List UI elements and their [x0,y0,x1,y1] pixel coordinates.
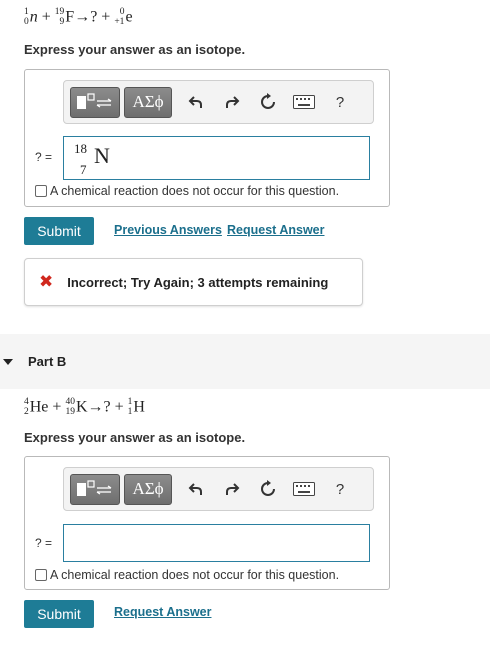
keyboard-icon [293,95,315,109]
part-b-no-reaction-option[interactable]: A chemical reaction does not occur for t… [35,568,339,582]
help-button[interactable]: ? [322,87,358,118]
no-reaction-checkbox[interactable] [35,185,47,197]
greek-symbols-button[interactable]: ΑΣϕ [124,473,172,505]
part-b-answer-input[interactable] [63,524,370,562]
answer-label: ? = [35,150,53,164]
keyboard-button[interactable] [286,87,322,118]
templates-button[interactable] [70,473,120,505]
isotope-fluorine: 19 9 F [54,7,75,27]
greek-symbols-button[interactable]: ΑΣϕ [124,86,172,118]
isotope-hydrogen: 11H [127,397,145,417]
redo-icon [226,96,240,108]
part-b-answer-box: ΑΣϕ ? ? = A chemical reaction does not o… [24,456,390,590]
undo-button[interactable] [178,474,214,505]
part-a-instruction: Express your answer as an isotope. [24,42,246,57]
undo-button[interactable] [178,87,214,118]
isotope-helium: 4 2 He [24,397,49,417]
isotope-potassium: 40 19 K [65,397,88,417]
templates-icon [77,93,112,109]
feedback-text: Incorrect; Try Again; 3 attempts remaini… [67,274,329,290]
templates-icon [77,480,112,496]
part-a-submit-button[interactable]: Submit [24,217,94,245]
redo-button[interactable] [214,474,250,505]
part-a-answer-box: ΑΣϕ ? ? = 18 7 N A chemical reaction doe… [24,69,390,207]
isotope-positron: 0 +1 e [114,7,133,27]
part-b-submit-button[interactable]: Submit [24,600,94,628]
no-reaction-checkbox[interactable] [35,569,47,581]
part-b-request-answer-link[interactable]: Request Answer [114,605,211,619]
answer-label: ? = [35,536,53,550]
keyboard-icon [293,482,315,496]
previous-answers-link[interactable]: Previous Answers [114,223,222,237]
reset-icon [261,93,275,109]
reset-icon [261,480,275,496]
collapse-caret-icon[interactable] [3,358,13,365]
part-a-no-reaction-option[interactable]: A chemical reaction does not occur for t… [35,184,339,198]
part-b-instruction: Express your answer as an isotope. [24,430,246,445]
reset-button[interactable] [250,474,286,505]
undo-icon [188,96,202,108]
reaction-arrow: → [74,8,91,26]
part-a-equation: 10n + 19 9 F→? + 0 +1 e [24,7,133,27]
help-button[interactable]: ? [322,474,358,505]
part-a-toolbar: ΑΣϕ ? [63,80,374,124]
part-b-equation: 4 2 He + 40 19 K→? + 11H [24,397,145,417]
keyboard-button[interactable] [286,474,322,505]
reset-button[interactable] [250,87,286,118]
templates-button[interactable] [70,86,120,118]
incorrect-x-icon: ✖ [39,272,54,292]
part-b-toolbar: ΑΣϕ ? [63,467,374,511]
redo-icon [226,483,240,495]
reaction-arrow: → [87,398,104,416]
part-b-header[interactable]: Part B [0,334,490,389]
part-a-answer-input[interactable]: 18 7 N [63,136,370,180]
part-a-request-answer-link[interactable]: Request Answer [227,223,324,237]
part-b-title: Part B [28,354,67,369]
undo-icon [188,483,202,495]
feedback-message: ✖ Incorrect; Try Again; 3 attempts remai… [24,258,363,306]
redo-button[interactable] [214,87,250,118]
isotope-neutron: 10n [24,7,38,27]
